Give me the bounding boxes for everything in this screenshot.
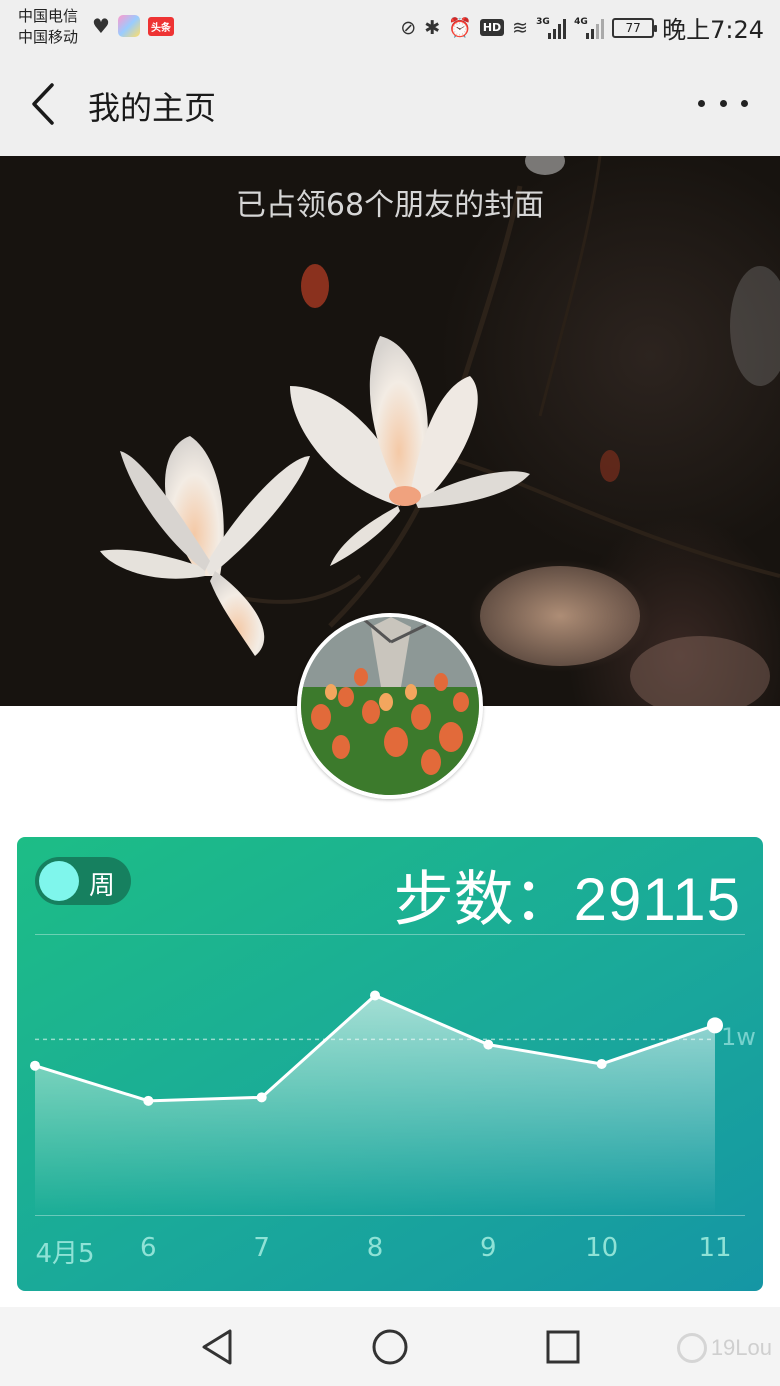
data-saver-icon: ⊘ [400, 16, 417, 39]
watermark-logo-icon [676, 1333, 707, 1363]
reference-line-label: 1w [721, 1023, 756, 1052]
step-stats-card: 周 步数：29115 1w 4月5 6 7 8 9 10 11 [17, 837, 763, 1291]
back-arrow-icon [32, 83, 54, 125]
x-axis-tick-label: 6 [140, 1233, 157, 1263]
chart-point[interactable] [370, 990, 380, 1001]
x-axis-tick-label: 8 [366, 1233, 384, 1263]
app-bar: 我的主页 [0, 55, 780, 156]
nav-home-button[interactable] [370, 1327, 410, 1367]
clock: 晚上7:24 [662, 16, 764, 44]
system-indicators: ⊘ ✱ ⏰ HD ≋ 3G 4G 77 晚上7:24 [400, 10, 764, 45]
nav-home-icon [372, 1329, 408, 1365]
back-button[interactable] [24, 79, 68, 129]
chart-point[interactable] [256, 1092, 267, 1103]
signal-4g-icon: 4G [574, 16, 605, 39]
watermark: 19Lou [676, 1333, 772, 1363]
carrier-info: 中国电信 中国移动 [18, 6, 78, 48]
alarm-icon: ⏰ [448, 17, 472, 39]
bluetooth-icon: ✱ [424, 16, 441, 39]
more-dot-icon [741, 99, 748, 107]
status-bar: 中国电信 中国移动 ♥ 头条 ⊘ ✱ ⏰ HD ≋ 3G 4G 77 晚上7:2… [0, 0, 780, 55]
toutiao-app-icon: 头条 [147, 16, 174, 36]
nav-back-icon [202, 1329, 232, 1365]
chart-bottom-rule [35, 1215, 745, 1216]
x-axis-tick-label: 9 [480, 1233, 497, 1263]
nav-back-button[interactable] [198, 1327, 238, 1367]
network-4g-label: 4G [574, 16, 588, 27]
more-dot-icon [719, 99, 727, 107]
wifi-icon: ≋ [512, 16, 529, 39]
x-axis-labels: 4月5 6 7 8 9 10 11 [17, 1233, 763, 1269]
chart-point[interactable] [483, 1039, 494, 1050]
more-options-button[interactable] [698, 83, 748, 123]
tulip-photo [301, 617, 479, 795]
carrier-2: 中国移动 [18, 28, 79, 46]
chart-area-fill [35, 995, 715, 1215]
x-axis-tick-label: 10 [585, 1233, 619, 1263]
battery-icon: 77 [612, 17, 658, 38]
system-nav-bar: 19Lou [0, 1307, 780, 1386]
cover-caption: 已占领68个朋友的封面 [235, 188, 545, 223]
chart-point[interactable] [30, 1060, 40, 1071]
chart-point[interactable] [596, 1058, 607, 1069]
gallery-app-icon [117, 15, 140, 37]
carrier-1: 中国电信 [18, 7, 79, 25]
hd-voice-icon: HD [479, 19, 505, 36]
avatar[interactable] [297, 613, 483, 799]
notification-icons: ♥ 头条 [92, 14, 174, 38]
nav-recents-icon [546, 1330, 580, 1364]
watermark-text: 19Lou [710, 1335, 772, 1360]
network-3g-label: 3G [536, 16, 550, 27]
weekly-steps-chart [30, 990, 723, 1215]
x-axis-tick-label: 11 [698, 1233, 732, 1263]
x-axis-tick-label: 7 [253, 1233, 270, 1263]
nav-recents-button[interactable] [543, 1327, 583, 1367]
page-title: 我的主页 [88, 89, 217, 127]
health-icon: ♥ [92, 14, 110, 38]
x-axis-tick-label: 4月5 [35, 1239, 95, 1269]
more-dot-icon [698, 99, 705, 107]
signal-3g-icon: 3G [536, 16, 567, 39]
chart-point[interactable] [143, 1095, 154, 1106]
